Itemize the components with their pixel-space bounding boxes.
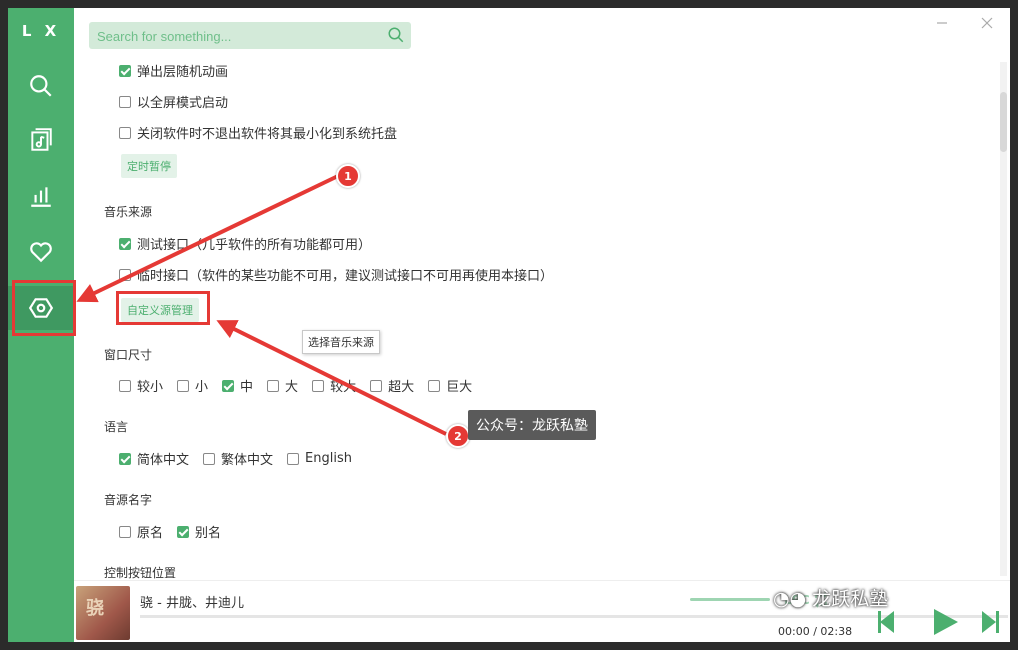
checkbox[interactable] bbox=[177, 379, 190, 392]
nav-search[interactable] bbox=[8, 64, 74, 108]
option-label: English bbox=[305, 451, 352, 466]
minimize-icon[interactable] bbox=[935, 16, 949, 30]
option-label: 超大 bbox=[388, 380, 415, 395]
album-cover[interactable]: 骁 bbox=[76, 586, 130, 640]
playback-controls bbox=[878, 609, 999, 635]
step-marker-1: 1 bbox=[336, 164, 360, 188]
language-option-simplified[interactable]: 简体中文 bbox=[119, 449, 189, 468]
settings-scrollbar[interactable] bbox=[1000, 62, 1007, 576]
checkbox[interactable] bbox=[287, 452, 300, 465]
option-label: 简体中文 bbox=[137, 453, 190, 468]
size-option-small[interactable]: 小 bbox=[177, 376, 208, 395]
option-label: 原名 bbox=[137, 526, 164, 541]
size-option-extra-large[interactable]: 超大 bbox=[370, 376, 414, 395]
time-separator: / bbox=[813, 625, 817, 638]
scrollbar-thumb[interactable] bbox=[1000, 92, 1007, 152]
previous-icon[interactable] bbox=[878, 611, 894, 633]
section-title-language: 语言 bbox=[104, 420, 129, 434]
size-option-medium[interactable]: 中 bbox=[222, 376, 253, 395]
screenshot-frame: L X 弹出层随机动画 以全屏模式启动 关闭软件时不退出软件将其最小化 bbox=[0, 0, 1018, 650]
section-title-source-name: 音源名字 bbox=[104, 493, 153, 507]
heart-icon bbox=[30, 242, 52, 263]
option-label: 弹出层随机动画 bbox=[137, 65, 229, 80]
checkbox[interactable] bbox=[267, 379, 280, 392]
timer-pause-button[interactable]: 定时暂停 bbox=[121, 154, 177, 178]
app-logo: L X bbox=[21, 22, 61, 40]
section-title-music-source: 音乐来源 bbox=[104, 205, 153, 219]
watermark-text: 龙跃私塾 bbox=[812, 588, 889, 610]
highlight-settings-box bbox=[12, 280, 76, 336]
checkbox[interactable] bbox=[428, 379, 441, 392]
app-window: L X 弹出层随机动画 以全屏模式启动 关闭软件时不退出软件将其最小化 bbox=[8, 8, 1010, 642]
checkbox[interactable] bbox=[177, 525, 190, 538]
size-option-larger[interactable]: 较大 bbox=[312, 376, 356, 395]
checkbox[interactable] bbox=[119, 525, 131, 538]
checkbox[interactable] bbox=[119, 268, 131, 281]
annotation-note: 公众号：龙跃私塾 bbox=[468, 410, 596, 440]
nav-favorites[interactable] bbox=[8, 230, 74, 274]
search-icon[interactable] bbox=[387, 26, 405, 44]
time-current: 00:00 bbox=[778, 625, 810, 638]
size-option-large[interactable]: 大 bbox=[267, 376, 298, 395]
section-title-window-size: 窗口尺寸 bbox=[104, 348, 153, 362]
checkbox[interactable] bbox=[119, 126, 131, 139]
option-label: 以全屏模式启动 bbox=[137, 96, 229, 111]
checkbox[interactable] bbox=[119, 64, 131, 77]
source-name-original[interactable]: 原名 bbox=[119, 522, 163, 541]
window-size-options: 较小 小 中 大 较大 超大 巨大 bbox=[119, 376, 486, 395]
source-name-alias[interactable]: 别名 bbox=[177, 522, 221, 541]
search-icon bbox=[30, 75, 52, 97]
option-temp-api[interactable]: 临时接口（软件的某些功能不可用，建议测试接口不可用再使用本接口） bbox=[119, 265, 553, 284]
nav-song-list[interactable] bbox=[8, 118, 74, 162]
step-marker-2: 2 bbox=[446, 424, 470, 448]
option-label: 较小 bbox=[137, 380, 164, 395]
wechat-icon: ◔◕ bbox=[773, 588, 807, 610]
tooltip: 选择音乐来源 bbox=[302, 330, 380, 354]
time-total: 02:38 bbox=[820, 625, 853, 638]
option-label: 临时接口（软件的某些功能不可用，建议测试接口不可用再使用本接口） bbox=[137, 269, 554, 284]
search-box[interactable] bbox=[89, 22, 411, 51]
section-title-control-position: 控制按钮位置 bbox=[104, 566, 177, 580]
checkbox[interactable] bbox=[119, 379, 131, 392]
language-option-traditional[interactable]: 繁体中文 bbox=[203, 449, 273, 468]
option-minimize-to-tray[interactable]: 关闭软件时不退出软件将其最小化到系统托盘 bbox=[119, 123, 397, 142]
checkbox[interactable] bbox=[370, 379, 383, 392]
option-label: 小 bbox=[195, 380, 209, 395]
music-list-icon bbox=[31, 128, 52, 151]
nav-leaderboard[interactable] bbox=[8, 174, 74, 218]
next-icon[interactable] bbox=[982, 611, 999, 633]
search-input[interactable] bbox=[95, 22, 379, 51]
option-label: 繁体中文 bbox=[221, 453, 274, 468]
checkbox[interactable] bbox=[312, 379, 325, 392]
option-label: 较大 bbox=[330, 380, 357, 395]
option-label: 巨大 bbox=[446, 380, 473, 395]
checkbox[interactable] bbox=[222, 379, 235, 392]
size-option-huge[interactable]: 巨大 bbox=[428, 376, 472, 395]
option-fullscreen-start[interactable]: 以全屏模式启动 bbox=[119, 92, 228, 111]
checkbox[interactable] bbox=[119, 95, 131, 108]
volume-slider[interactable] bbox=[690, 598, 770, 601]
size-option-smaller[interactable]: 较小 bbox=[119, 376, 163, 395]
play-icon[interactable] bbox=[934, 609, 958, 635]
language-option-english[interactable]: English bbox=[287, 451, 352, 466]
option-label: 大 bbox=[285, 380, 299, 395]
track-title[interactable]: 骁 - 井胧、井迪儿 bbox=[140, 592, 244, 611]
chart-bars-icon bbox=[31, 187, 51, 207]
checkbox[interactable] bbox=[119, 452, 131, 465]
option-label: 测试接口（几乎软件的所有功能都可用） bbox=[137, 238, 372, 253]
checkbox[interactable] bbox=[203, 452, 216, 465]
option-popup-animation[interactable]: 弹出层随机动画 bbox=[119, 61, 228, 80]
time-display: 00:00 / 02:38 bbox=[778, 625, 852, 638]
option-label: 别名 bbox=[195, 526, 222, 541]
highlight-custom-source-box bbox=[116, 291, 210, 325]
language-options: 简体中文 繁体中文 English bbox=[119, 449, 366, 468]
cover-text: 骁 bbox=[86, 598, 104, 619]
option-test-api[interactable]: 测试接口（几乎软件的所有功能都可用） bbox=[119, 234, 371, 253]
source-name-options: 原名 别名 bbox=[119, 522, 235, 541]
watermark: ◔◕ 龙跃私塾 bbox=[773, 584, 888, 611]
option-label: 关闭软件时不退出软件将其最小化到系统托盘 bbox=[137, 127, 398, 142]
close-icon[interactable] bbox=[980, 16, 994, 30]
option-label: 中 bbox=[240, 380, 254, 395]
checkbox[interactable] bbox=[119, 237, 131, 250]
